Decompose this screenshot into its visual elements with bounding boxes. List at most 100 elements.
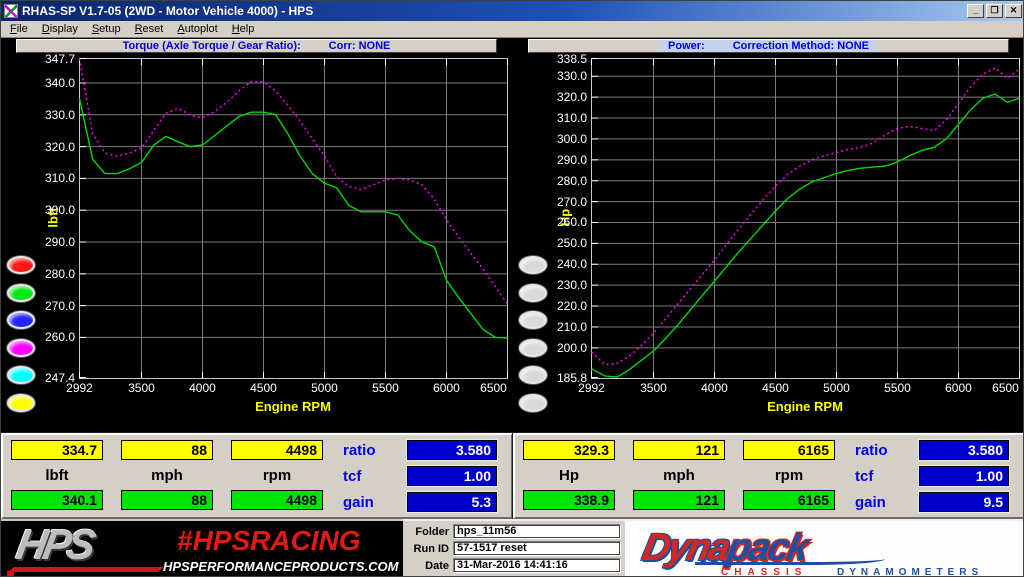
torque-y-axis-label: lbft bbox=[46, 196, 61, 240]
run-color-button-2[interactable] bbox=[519, 284, 547, 302]
x-tick-label: 4500 bbox=[751, 381, 799, 395]
readout-row: 334.7 88 4498 lbft mph rpm 340.1 88 4498… bbox=[1, 433, 1024, 519]
folder-label: Folder bbox=[405, 526, 453, 538]
speed-run1-value: 88 bbox=[121, 440, 213, 460]
tcf-label: tcf bbox=[855, 468, 911, 485]
run-color-button-4[interactable] bbox=[7, 339, 35, 357]
y-tick-label: 347.7 bbox=[19, 52, 75, 66]
menu-reset[interactable]: Reset bbox=[128, 22, 171, 36]
torque-chart-panel: Torque (Axle Torque / Gear Ratio): Corr:… bbox=[1, 38, 513, 433]
torque-chart-header: Torque (Axle Torque / Gear Ratio): Corr:… bbox=[16, 39, 497, 53]
menu-setup[interactable]: Setup bbox=[85, 22, 128, 36]
rpm-run1-value: 6165 bbox=[743, 440, 835, 460]
run-color-button-1[interactable] bbox=[519, 256, 547, 274]
minimize-button[interactable]: _ bbox=[967, 4, 984, 18]
y-tick-label: 290.0 bbox=[531, 153, 587, 167]
run-color-button-4[interactable] bbox=[519, 339, 547, 357]
speed-run2-value: 88 bbox=[121, 490, 213, 510]
y-tick-label: 290.0 bbox=[19, 235, 75, 249]
x-tick-label: 2992 bbox=[568, 381, 616, 395]
y-tick-label: 250.0 bbox=[531, 236, 587, 250]
x-tick-label: 5000 bbox=[300, 381, 348, 395]
chart-area: Torque (Axle Torque / Gear Ratio): Corr:… bbox=[1, 38, 1024, 433]
power-run2-value: 338.9 bbox=[523, 490, 615, 510]
speed-run2-value: 121 bbox=[633, 490, 725, 510]
gain-label: gain bbox=[343, 494, 399, 511]
torque-plot bbox=[79, 58, 508, 379]
y-tick-label: 310.0 bbox=[19, 171, 75, 185]
folder-field[interactable]: hps_11m56 bbox=[453, 524, 621, 539]
power-chart-title: Power: bbox=[668, 40, 705, 52]
speed-unit-label: mph bbox=[633, 467, 725, 484]
y-tick-label: 270.0 bbox=[531, 195, 587, 209]
run-id-label: Run ID bbox=[405, 543, 453, 555]
torque-readout-panel: 334.7 88 4498 lbft mph rpm 340.1 88 4498… bbox=[1, 433, 513, 519]
tcf-value: 1.00 bbox=[919, 466, 1009, 486]
hps-hashtag-text: #HPSRACING bbox=[177, 525, 361, 557]
y-tick-label: 300.0 bbox=[531, 132, 587, 146]
x-tick-label: 6500 bbox=[982, 381, 1024, 395]
run-color-button-5[interactable] bbox=[519, 366, 547, 384]
run-color-button-6[interactable] bbox=[519, 394, 547, 412]
power-chart-header: Power: Correction Method: NONE bbox=[528, 39, 1009, 53]
x-tick-label: 2992 bbox=[56, 381, 104, 395]
power-readout-panel: 329.3 121 6165 Hp mph rpm 338.9 121 6165… bbox=[513, 433, 1024, 519]
ratio-value: 3.580 bbox=[919, 440, 1009, 460]
power-plot bbox=[591, 58, 1020, 379]
menu-help[interactable]: Help bbox=[225, 22, 262, 36]
run-color-button-5[interactable] bbox=[7, 366, 35, 384]
hps-logo: HPS bbox=[13, 521, 96, 569]
torque-correction-label: Corr: NONE bbox=[329, 40, 391, 52]
y-tick-label: 338.5 bbox=[531, 52, 587, 66]
restore-button[interactable]: ❐ bbox=[986, 4, 1003, 18]
run-info-form: Folder hps_11m56 Run ID 57-1517 reset Da… bbox=[403, 519, 625, 577]
y-tick-label: 340.0 bbox=[19, 76, 75, 90]
menu-file[interactable]: File bbox=[3, 22, 35, 36]
menu-display[interactable]: Display bbox=[35, 22, 85, 36]
rpm-run1-value: 4498 bbox=[231, 440, 323, 460]
window-title: RHAS-SP V1.7-05 (2WD - Motor Vehicle 400… bbox=[22, 4, 965, 18]
footer: HPS #HPSRACING HPSPERFORMANCEPRODUCTS.CO… bbox=[1, 519, 1024, 577]
y-tick-label: 260.0 bbox=[531, 215, 587, 229]
date-field[interactable]: 31-Mar-2016 14:41:16 bbox=[453, 558, 621, 573]
run-color-button-1[interactable] bbox=[7, 256, 35, 274]
close-button[interactable]: ✕ bbox=[1005, 4, 1022, 18]
dynapack-brand-section: Dynapack CHASSIS DYNAMOMETERS bbox=[625, 519, 1024, 577]
torque-unit-label: lbft bbox=[11, 467, 103, 484]
menu-bar: File Display Setup Reset Autoplot Help bbox=[1, 21, 1024, 38]
x-tick-label: 5500 bbox=[873, 381, 921, 395]
run-color-button-6[interactable] bbox=[7, 394, 35, 412]
dynapack-logo-swoosh bbox=[695, 555, 885, 565]
menu-autoplot[interactable]: Autoplot bbox=[170, 22, 224, 36]
y-tick-label: 330.0 bbox=[531, 69, 587, 83]
torque-run1-value: 334.7 bbox=[11, 440, 103, 460]
ratio-label: ratio bbox=[855, 442, 911, 459]
speed-run1-value: 121 bbox=[633, 440, 725, 460]
rpm-run2-value: 6165 bbox=[743, 490, 835, 510]
ratio-label: ratio bbox=[343, 442, 399, 459]
x-tick-label: 5500 bbox=[361, 381, 409, 395]
x-tick-label: 4500 bbox=[239, 381, 287, 395]
rpm-run2-value: 4498 bbox=[231, 490, 323, 510]
power-run1-value: 329.3 bbox=[523, 440, 615, 460]
x-tick-label: 4000 bbox=[690, 381, 738, 395]
hps-logo-swoosh bbox=[9, 567, 164, 572]
ratio-value: 3.580 bbox=[407, 440, 497, 460]
run-color-button-3[interactable] bbox=[7, 311, 35, 329]
power-correction-label: Correction Method: NONE bbox=[733, 40, 869, 52]
y-tick-label: 320.0 bbox=[531, 90, 587, 104]
dynapack-dynamometers-text: DYNAMOMETERS bbox=[837, 567, 983, 577]
x-tick-label: 5000 bbox=[812, 381, 860, 395]
x-tick-label: 3500 bbox=[117, 381, 165, 395]
app-icon bbox=[4, 4, 18, 18]
hps-website-text: HPSPERFORMANCEPRODUCTS.COM bbox=[163, 559, 398, 574]
x-tick-label: 3500 bbox=[629, 381, 677, 395]
power-unit-label: Hp bbox=[523, 467, 615, 484]
run-color-button-2[interactable] bbox=[7, 284, 35, 302]
run-id-field[interactable]: 57-1517 reset bbox=[453, 541, 621, 556]
hps-registered-mark bbox=[7, 571, 14, 577]
run-color-button-3[interactable] bbox=[519, 311, 547, 329]
tcf-label: tcf bbox=[343, 468, 399, 485]
power-chart-panel: Power: Correction Method: NONE Hp Engine… bbox=[513, 38, 1024, 433]
torque-chart-title: Torque (Axle Torque / Gear Ratio): bbox=[123, 40, 301, 52]
